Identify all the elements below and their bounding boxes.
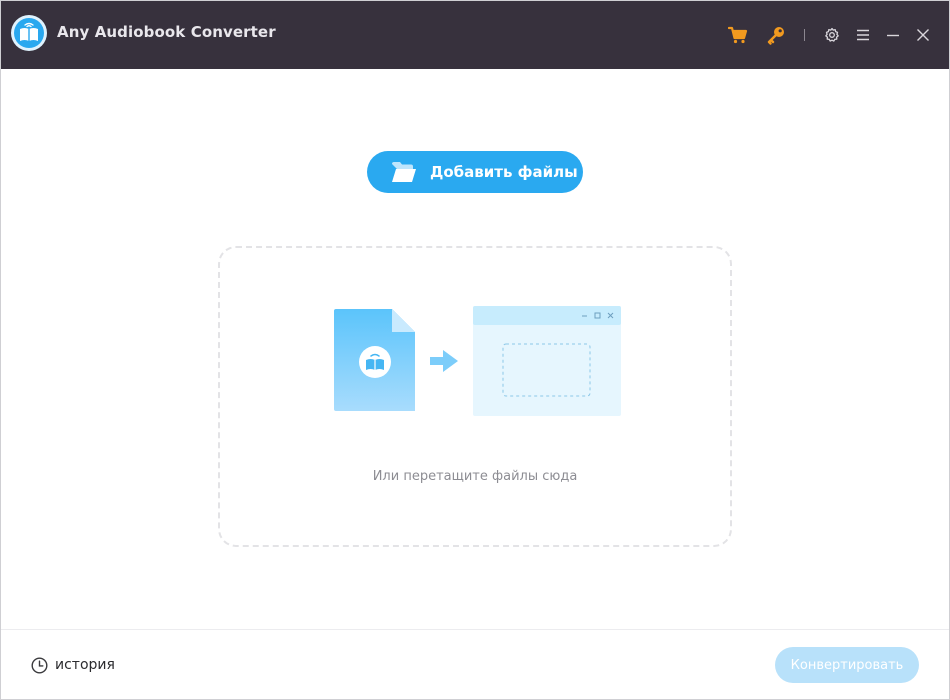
settings-button[interactable] [821, 24, 843, 46]
key-icon [767, 27, 784, 45]
title-bar: Any Audiobook Converter [0, 0, 950, 69]
audiobook-file-icon [334, 309, 415, 411]
add-files-label: Добавить файлы [430, 163, 578, 181]
close-button[interactable] [912, 24, 934, 46]
close-icon [917, 29, 929, 41]
gear-icon [825, 27, 839, 42]
drag-drop-illustration [334, 306, 621, 416]
clock-icon [31, 656, 48, 674]
folder-open-icon [392, 162, 416, 182]
menu-icon [857, 29, 869, 41]
menu-button[interactable] [852, 24, 874, 46]
drop-zone[interactable]: Или перетащите файлы сюда [218, 246, 732, 547]
app-logo-icon [11, 15, 47, 51]
minimize-button[interactable] [882, 24, 904, 46]
history-button[interactable]: история [31, 655, 115, 675]
minimize-icon [887, 34, 899, 37]
cart-button[interactable] [727, 24, 749, 46]
convert-button[interactable]: Конвертировать [775, 647, 919, 683]
arrow-right-icon [430, 350, 458, 372]
drop-hint-text: Или перетащите файлы сюда [372, 469, 578, 484]
toolbar-separator [804, 29, 805, 41]
app-window-icon [473, 306, 621, 416]
app-title: Any Audiobook Converter [57, 23, 276, 41]
footer-divider [0, 629, 950, 630]
key-button[interactable] [765, 24, 787, 46]
cart-icon [728, 26, 748, 44]
history-label: история [55, 657, 115, 673]
add-files-button[interactable]: Добавить файлы [367, 151, 583, 193]
